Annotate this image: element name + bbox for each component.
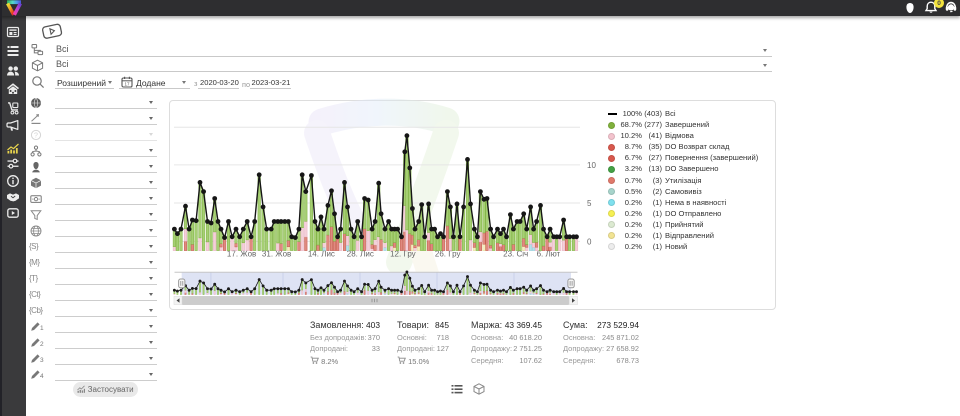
svg-text:17. Жов: 17. Жов xyxy=(227,250,256,259)
svg-text:12. Гру: 12. Гру xyxy=(390,250,416,259)
svg-text:6. Лют: 6. Лют xyxy=(537,250,561,259)
svg-text:26. Гру: 26. Гру xyxy=(435,250,461,259)
svg-text:5: 5 xyxy=(587,199,592,208)
svg-text:23. Січ: 23. Січ xyxy=(503,250,528,259)
svg-text:0: 0 xyxy=(587,237,592,246)
svg-text:10: 10 xyxy=(587,161,596,170)
